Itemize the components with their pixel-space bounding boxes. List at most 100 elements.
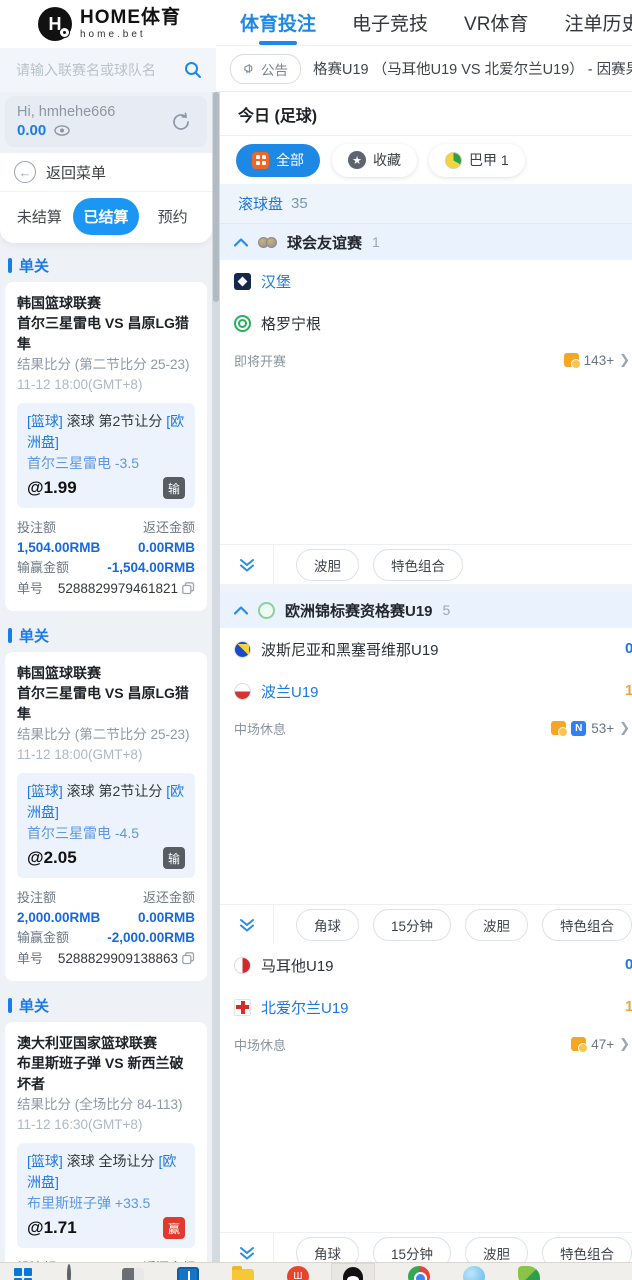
away-team-row[interactable]: 北爱尔兰U19 1 <box>220 986 632 1028</box>
bet-selection: 布里斯班子弹 +33.5 <box>27 1195 151 1211</box>
refund-label: 返还金额 <box>142 890 195 905</box>
markets-count: 47+ <box>591 1036 615 1052</box>
stats-icon <box>571 1037 589 1053</box>
away-team-row[interactable]: 波兰U19 1 <box>220 670 632 712</box>
tab-reserved[interactable]: 预约 <box>139 198 206 235</box>
tab-unsettled[interactable]: 未结算 <box>6 198 73 235</box>
qq-app-tile[interactable] <box>331 1263 375 1280</box>
away-team-name[interactable]: 北爱尔兰U19 <box>261 997 349 1018</box>
bet-odds: @1.99 <box>27 478 77 497</box>
home-team-name[interactable]: 波斯尼亚和黑塞哥维那U19 <box>261 639 439 660</box>
league-match-count: 5 <box>442 602 451 618</box>
bet-record-card[interactable]: 澳大利亚国家篮球联赛 布里斯班子弹 VS 新西兰破坏者 结果比分 (全场比分 8… <box>5 1022 207 1280</box>
match-status: 即将开赛 <box>234 353 287 369</box>
stake-label: 投注额 <box>17 890 57 905</box>
search-bar[interactable]: 请输入联赛名或球队名 <box>0 48 216 92</box>
announcement-badge[interactable]: 公告 <box>230 53 301 84</box>
nav-vr-sports[interactable]: VR体育 <box>464 9 528 36</box>
bet-record-card[interactable]: 韩国篮球联赛 首尔三星雷电 VS 昌原LG猎隼 结果比分 (第二节比分 25-2… <box>5 282 207 611</box>
away-team-row[interactable]: 格罗宁根 <box>220 302 632 344</box>
stake-value: 1,504.00RMB <box>17 540 101 555</box>
record-time: 11-12 18:00(GMT+8) <box>17 377 143 392</box>
refresh-balance-button[interactable] <box>169 110 193 134</box>
expand-more-button[interactable] <box>220 905 274 944</box>
expand-more-button[interactable] <box>220 545 274 584</box>
nav-bet-history[interactable]: 注单历史 <box>564 9 632 36</box>
nav-esports[interactable]: 电子竞技 <box>352 9 428 36</box>
bet-amounts: 投注额 返还金额 1,504.00RMB 0.00RMB 输赢金额 -1,504.00… <box>17 518 195 599</box>
bosnia-flag-icon <box>234 640 251 658</box>
away-team-name[interactable]: 格罗宁根 <box>261 313 321 334</box>
taskbar-app-icon[interactable] <box>122 1268 144 1280</box>
home-team-row[interactable]: 马耳他U19 0 <box>220 944 632 986</box>
chip-league-baja[interactable]: 巴甲 1 <box>429 143 525 177</box>
markets-link[interactable]: N 53+ ❯ <box>551 720 630 737</box>
windows-start-icon[interactable] <box>12 1266 34 1280</box>
chip-all[interactable]: 全部 <box>236 143 320 177</box>
league-section-header[interactable]: 欧洲锦标赛资格赛U19 5 <box>220 592 632 628</box>
away-score-cutoff: 1 <box>625 998 632 1015</box>
content-columns: Hi, hmhehe666 0.00 ← 返回菜单 未结算 已结算 预约 单关 … <box>0 92 632 1280</box>
scrollbar-thumb[interactable] <box>213 92 219 302</box>
league-logo-icon <box>445 151 462 169</box>
bet-market: 滚球 第2节让分 <box>66 413 163 429</box>
home-score-cutoff: 0 <box>625 956 632 973</box>
pill-special-combo[interactable]: 特色组合 <box>542 908 632 941</box>
pill-correct-score[interactable]: 波胆 <box>465 908 529 941</box>
home-team-name[interactable]: 汉堡 <box>261 271 291 292</box>
nav-sports-betting[interactable]: 体育投注 <box>240 9 316 36</box>
chrome-icon[interactable] <box>408 1266 430 1280</box>
vertical-scrollbar[interactable] <box>212 92 220 1280</box>
taskbar-cloud-app-icon[interactable] <box>463 1266 485 1280</box>
taskbar-search-icon[interactable] <box>67 1264 89 1280</box>
match-card: 汉堡 格罗宁根 即将开赛 143+ ❯ 波胆 特色组合 <box>220 260 632 584</box>
winloss-value: -2,000.00RMB <box>107 930 195 945</box>
double-chevron-down-icon <box>239 558 254 571</box>
result-badge-win: 赢 <box>163 1217 185 1239</box>
groningen-logo-icon <box>234 314 251 332</box>
chip-favorites[interactable]: ★ 收藏 <box>332 143 417 177</box>
record-type-label: 单关 <box>19 258 50 275</box>
friendly-league-icon <box>258 236 277 248</box>
record-league: 澳大利亚国家篮球联赛 <box>17 1035 157 1051</box>
chevron-up-icon[interactable] <box>234 605 248 615</box>
tab-settled[interactable]: 已结算 <box>72 198 140 235</box>
markets-link[interactable]: 143+ ❯ <box>563 352 630 369</box>
copy-icon[interactable] <box>182 952 195 965</box>
eye-icon[interactable] <box>54 125 70 136</box>
search-icon[interactable] <box>184 61 202 79</box>
winloss-label: 输赢金额 <box>17 560 70 575</box>
markets-link[interactable]: 47+ ❯ <box>571 1036 630 1053</box>
home-team-name[interactable]: 马耳他U19 <box>261 955 334 976</box>
taskbar-window-app-icon[interactable] <box>177 1267 199 1280</box>
pill-15min[interactable]: 15分钟 <box>373 908 452 941</box>
search-input[interactable]: 请输入联赛名或球队名 <box>16 60 184 80</box>
taskbar-green-app-icon[interactable] <box>518 1266 540 1280</box>
pill-correct-score[interactable]: 波胆 <box>296 548 359 581</box>
market-pills: 角球 15分钟 波胆 特色组合 <box>274 908 632 941</box>
home-team-row[interactable]: 汉堡 <box>220 260 632 302</box>
file-explorer-icon[interactable] <box>232 1266 254 1280</box>
league-section-header[interactable]: 球会友谊赛 1 <box>220 224 632 260</box>
page: H HOME体育 home.bet 请输入联赛名或球队名 体育投注 电子竞技 V… <box>0 0 632 1280</box>
back-to-menu-button[interactable]: ← 返回菜单 <box>0 153 212 192</box>
order-label: 单号 <box>17 951 44 966</box>
pill-corners[interactable]: 角球 <box>296 908 359 941</box>
bet-status-tabs: 未结算 已结算 预约 <box>0 192 212 243</box>
bet-record-card[interactable]: 韩国篮球联赛 首尔三星雷电 VS 昌原LG猎隼 结果比分 (第二节比分 25-2… <box>5 652 207 981</box>
away-team-name[interactable]: 波兰U19 <box>261 681 319 702</box>
chevron-up-icon[interactable] <box>234 237 248 247</box>
copy-icon[interactable] <box>182 582 195 595</box>
logo[interactable]: H HOME体育 home.bet <box>0 0 216 48</box>
stats-icon <box>551 721 569 737</box>
order-number-value: 5288829979461821 <box>57 581 178 596</box>
record-league: 韩国篮球联赛 <box>17 295 101 311</box>
winloss-value: -1,504.00RMB <box>107 560 195 575</box>
order-number-value: 5288829909138863 <box>57 951 178 966</box>
taskbar-red-app-icon[interactable] <box>287 1266 309 1280</box>
pill-special-combo[interactable]: 特色组合 <box>373 548 463 581</box>
home-team-row[interactable]: 波斯尼亚和黑塞哥维那U19 0 <box>220 628 632 670</box>
refund-value: 0.00RMB <box>137 540 195 555</box>
match-status: 中场休息 <box>234 721 287 737</box>
live-market-header[interactable]: 滚球盘 35 <box>220 184 632 224</box>
